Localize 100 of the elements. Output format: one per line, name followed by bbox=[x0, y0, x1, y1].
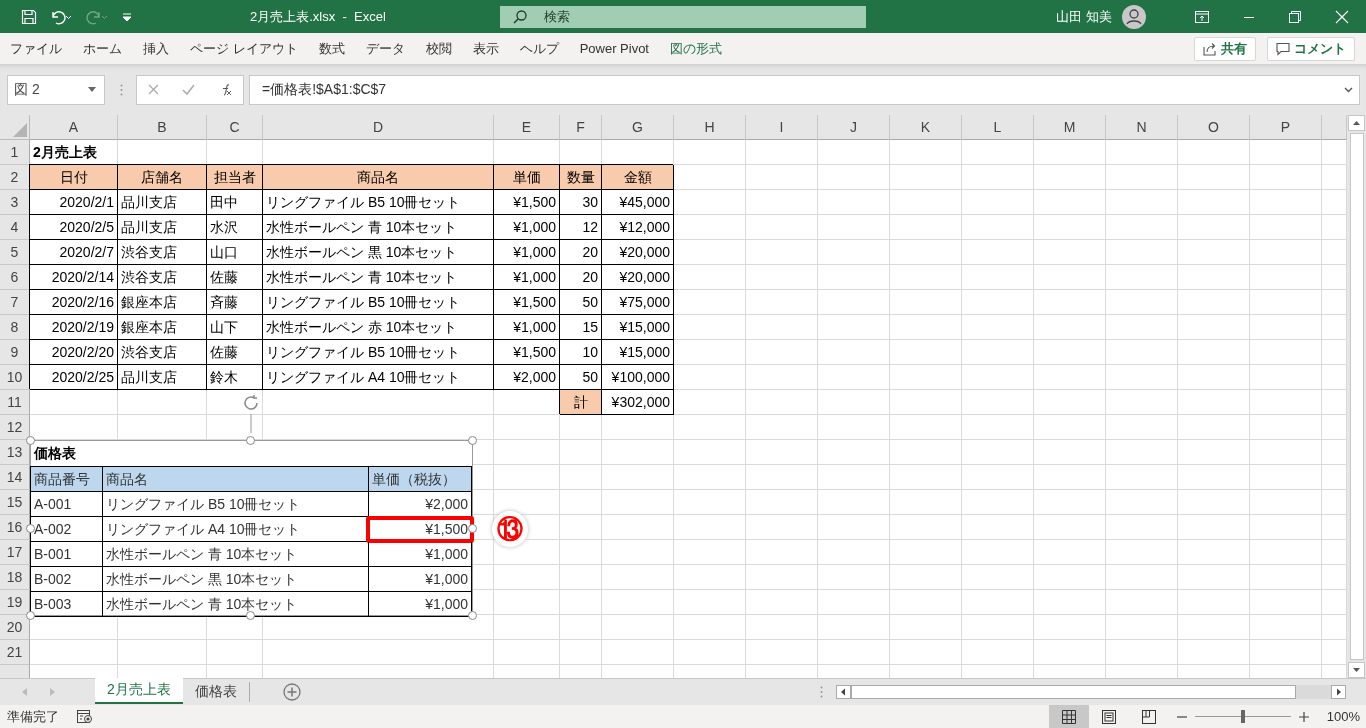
ribbon-tab[interactable]: 図の形式 bbox=[661, 33, 731, 64]
column-header[interactable]: N bbox=[1106, 115, 1178, 140]
column-header[interactable]: E bbox=[494, 115, 560, 140]
row-header[interactable]: 6 bbox=[0, 265, 30, 290]
column-header[interactable]: G bbox=[602, 115, 674, 140]
column-header[interactable]: C bbox=[207, 115, 263, 140]
header-cell: 数量 bbox=[560, 165, 602, 190]
resize-handle[interactable] bbox=[246, 611, 255, 620]
select-all-button[interactable] bbox=[0, 115, 30, 140]
macro-record-icon[interactable] bbox=[77, 709, 93, 724]
row-header[interactable]: 9 bbox=[0, 340, 30, 365]
row-header[interactable]: 13 bbox=[0, 440, 30, 465]
resize-handle[interactable] bbox=[468, 611, 477, 620]
resize-handle[interactable] bbox=[26, 524, 35, 533]
row-header[interactable]: 3 bbox=[0, 190, 30, 215]
sheet-tab[interactable]: 価格表 bbox=[182, 682, 250, 702]
check-icon[interactable] bbox=[182, 84, 195, 95]
column-header[interactable]: L bbox=[962, 115, 1034, 140]
table-cell: ¥15,000 bbox=[602, 315, 674, 340]
table-cell: 水性ボールペン 青 10本セット bbox=[263, 215, 494, 240]
row-header[interactable]: 18 bbox=[0, 565, 30, 590]
user-name[interactable]: 山田 知美 bbox=[1056, 7, 1112, 26]
share-button[interactable]: 共有 bbox=[1194, 36, 1256, 61]
ribbon-tab[interactable]: ヘルプ bbox=[510, 33, 568, 64]
ribbon-tab[interactable]: 数式 bbox=[309, 33, 354, 64]
ribbon-tab[interactable]: ページ レイアウト bbox=[181, 33, 307, 64]
ribbon-display-icon[interactable] bbox=[1195, 10, 1209, 23]
zoom-in-icon[interactable] bbox=[1298, 711, 1309, 722]
comment-button[interactable]: コメント bbox=[1267, 36, 1355, 61]
table-cell: 30 bbox=[560, 190, 602, 215]
scroll-thumb[interactable] bbox=[1349, 133, 1364, 660]
table-cell: リングファイル B5 10冊セット bbox=[263, 190, 494, 215]
caret-icon bbox=[88, 87, 96, 92]
horizontal-scrollbar[interactable] bbox=[836, 684, 1346, 700]
restore-icon[interactable] bbox=[1289, 10, 1301, 23]
avatar-icon[interactable] bbox=[1122, 4, 1146, 29]
customize-icon[interactable] bbox=[121, 10, 133, 23]
resize-handle[interactable] bbox=[26, 436, 35, 445]
column-header[interactable]: K bbox=[890, 115, 962, 140]
resize-handle[interactable] bbox=[468, 436, 477, 445]
table-cell: ¥1,000 bbox=[369, 542, 472, 567]
row-header[interactable]: 17 bbox=[0, 540, 30, 565]
ribbon-tab[interactable]: ファイル bbox=[1, 33, 71, 64]
column-header[interactable]: O bbox=[1178, 115, 1250, 140]
scroll-up-button[interactable] bbox=[1348, 115, 1365, 131]
scroll-down-button[interactable] bbox=[1348, 662, 1365, 678]
row-header[interactable]: 10 bbox=[0, 365, 30, 390]
row-header[interactable]: 1 bbox=[0, 140, 30, 165]
column-header[interactable]: I bbox=[746, 115, 818, 140]
column-header[interactable]: J bbox=[818, 115, 890, 140]
row-header[interactable]: 16 bbox=[0, 515, 30, 540]
scroll-right-button[interactable] bbox=[1331, 685, 1346, 699]
scroll-thumb[interactable] bbox=[851, 685, 1296, 699]
column-header[interactable]: M bbox=[1034, 115, 1106, 140]
grid-icon bbox=[1061, 709, 1076, 724]
scroll-left-button[interactable] bbox=[836, 685, 851, 699]
zoom-level[interactable]: 100% bbox=[1326, 709, 1360, 724]
column-header[interactable]: H bbox=[674, 115, 746, 140]
search-field[interactable]: 検索 bbox=[500, 5, 866, 28]
ribbon-tab[interactable]: 表示 bbox=[463, 33, 508, 64]
expand-icon[interactable] bbox=[1344, 86, 1353, 93]
save-icon[interactable] bbox=[21, 8, 37, 25]
column-header[interactable]: A bbox=[30, 115, 118, 140]
column-header[interactable]: D bbox=[263, 115, 494, 140]
splitter-icon[interactable] bbox=[820, 686, 823, 698]
row-header[interactable]: 7 bbox=[0, 290, 30, 315]
corner-triangle-icon bbox=[13, 123, 27, 137]
undo-icon[interactable] bbox=[49, 8, 73, 25]
row-header[interactable]: 5 bbox=[0, 240, 30, 265]
row-header[interactable]: 15 bbox=[0, 490, 30, 515]
row-header[interactable]: 12 bbox=[0, 415, 30, 440]
row-header[interactable]: 11 bbox=[0, 390, 30, 415]
row-header[interactable]: 8 bbox=[0, 315, 30, 340]
add-sheet-icon[interactable] bbox=[282, 683, 301, 701]
name-box[interactable]: 図 2 bbox=[7, 74, 105, 105]
sheet-tab[interactable]: 2月売上表 bbox=[95, 678, 183, 704]
table-cell: ¥2,000 bbox=[494, 365, 560, 390]
column-header[interactable]: B bbox=[118, 115, 207, 140]
drag-handle-icon[interactable] bbox=[120, 83, 123, 96]
row-header[interactable]: 14 bbox=[0, 465, 30, 490]
resize-handle[interactable] bbox=[26, 611, 35, 620]
normal-view-button[interactable] bbox=[1048, 705, 1089, 728]
column-header[interactable]: F bbox=[560, 115, 602, 140]
row-header[interactable]: 2 bbox=[0, 165, 30, 190]
ribbon-tab[interactable]: ホーム bbox=[74, 33, 131, 64]
ribbon-tab[interactable]: 挿入 bbox=[134, 33, 178, 64]
ribbon-tab[interactable]: Power Pivot bbox=[570, 33, 658, 64]
row-header[interactable]: 19 bbox=[0, 590, 30, 615]
cancel-icon[interactable] bbox=[148, 84, 160, 95]
column-header[interactable]: P bbox=[1250, 115, 1322, 140]
formula-field[interactable]: =価格表!$A$1:$C$7 bbox=[249, 74, 1360, 105]
ribbon-tab[interactable]: 校閲 bbox=[416, 33, 461, 64]
vertical-scrollbar[interactable] bbox=[1347, 115, 1366, 678]
row-header[interactable]: 20 bbox=[0, 615, 30, 640]
row-header[interactable]: 4 bbox=[0, 215, 30, 240]
ribbon-tab[interactable]: データ bbox=[356, 33, 414, 64]
resize-handle[interactable] bbox=[468, 524, 477, 533]
resize-handle[interactable] bbox=[246, 436, 255, 445]
close-icon[interactable] bbox=[1335, 9, 1349, 24]
row-header[interactable]: 21 bbox=[0, 640, 30, 665]
